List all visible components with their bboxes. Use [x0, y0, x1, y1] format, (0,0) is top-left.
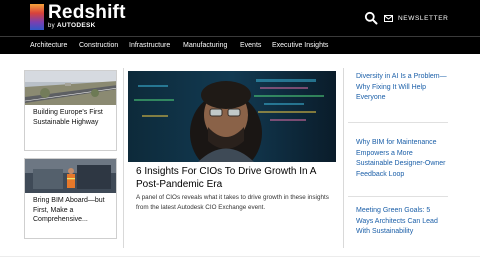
newsletter-button[interactable]: NEWSLETTER	[384, 11, 448, 25]
byline-company: AUTODESK	[56, 22, 96, 29]
nav-manufacturing[interactable]: Manufacturing	[183, 41, 227, 50]
feature-photo	[128, 71, 336, 162]
sidebar-divider	[348, 196, 448, 197]
sidebar-article-link[interactable]: Why BIM for Maintenance Empowers a More …	[356, 138, 448, 180]
nav-events[interactable]: Events	[240, 41, 261, 50]
article-card[interactable]: Building Europe's First Sustainable High…	[24, 70, 117, 151]
feature-description: A panel of CIOs reveals what it takes to…	[136, 194, 329, 211]
nav-infrastructure[interactable]: Infrastructure	[129, 41, 170, 50]
search-icon[interactable]	[364, 11, 378, 25]
column-divider	[123, 68, 124, 248]
feature-title[interactable]: 6 Insights For CIOs To Drive Growth In A…	[136, 166, 336, 191]
article-card-title[interactable]: Bring BIM Aboard—but First, Make a Compr…	[33, 196, 109, 225]
nav-architecture[interactable]: Architecture	[30, 41, 67, 50]
ship-thumbnail[interactable]	[25, 159, 116, 193]
brand-byline: by AUTODESK	[48, 22, 96, 30]
highway-thumbnail[interactable]	[25, 71, 116, 105]
ship-image	[25, 159, 116, 193]
feature-image[interactable]	[128, 71, 336, 162]
byline-prefix: by	[48, 23, 55, 29]
sidebar-article-link[interactable]: Diversity in AI Is a Problem—Why Fixing …	[356, 72, 448, 104]
article-card-title[interactable]: Building Europe's First Sustainable High…	[33, 108, 113, 127]
page-bottom-rule	[0, 256, 480, 257]
site-header: Redshift by AUTODESK NEWSLETTER	[0, 0, 480, 36]
mail-icon	[384, 14, 393, 22]
brand-name[interactable]: Redshift	[48, 3, 126, 23]
column-divider	[343, 68, 344, 248]
sidebar-article-link[interactable]: Meeting Green Goals: 5 Ways Architects C…	[356, 206, 448, 238]
highway-image	[25, 71, 116, 105]
newsletter-label: NEWSLETTER	[398, 14, 449, 22]
sidebar-divider	[348, 122, 448, 123]
logo-mark[interactable]	[30, 4, 44, 30]
nav-executive-insights[interactable]: Executive Insights	[272, 41, 328, 50]
article-card[interactable]: Bring BIM Aboard—but First, Make a Compr…	[24, 158, 117, 239]
nav-construction[interactable]: Construction	[79, 41, 118, 50]
category-nav: Architecture Construction Infrastructure…	[0, 36, 480, 54]
